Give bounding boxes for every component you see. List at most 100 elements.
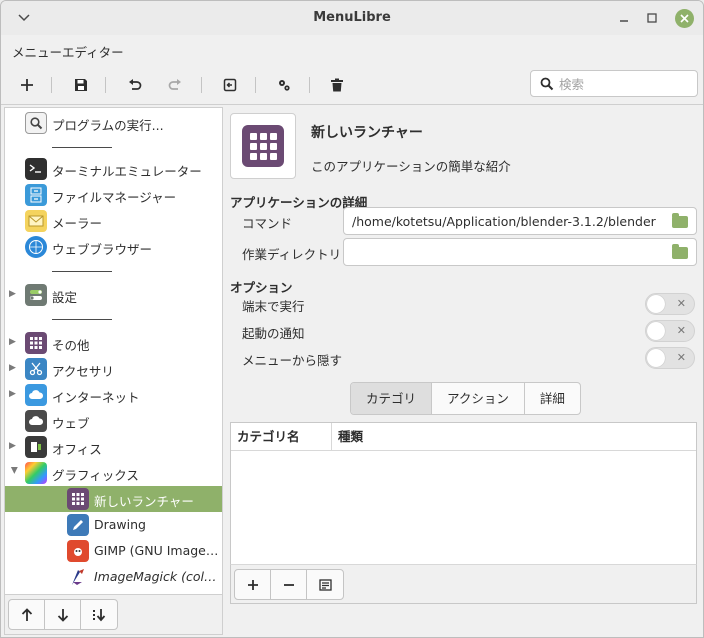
title-bar: MenuLibre (1, 1, 703, 35)
globe-icon (25, 236, 47, 258)
tree-item-label: 新しいランチャー (94, 494, 194, 509)
menu-bar: メニューエディター (1, 35, 703, 63)
toolbar-separator (105, 77, 106, 93)
tree-item-label: ファイルマネージャー (52, 190, 177, 205)
tree-item-label: ImageMagick (colo... (94, 569, 219, 584)
expander-right-icon[interactable]: ▶ (9, 336, 19, 348)
startup-notify-switch[interactable]: ✕ (645, 320, 695, 342)
cloud-icon (25, 384, 47, 406)
tree-item-gimp[interactable]: GIMP (GNU Image ... (5, 538, 222, 564)
toolbar-separator (255, 77, 256, 93)
hide-from-menus-switch[interactable]: ✕ (645, 347, 695, 369)
tree-item-web-browser[interactable]: ウェブブラウザー (5, 234, 222, 260)
toolbar-separator (309, 77, 310, 93)
tree-item-accessories[interactable]: ▶ アクセサリ (5, 356, 222, 382)
delete-trash-icon[interactable] (323, 71, 351, 99)
tree-item-label: 設定 (52, 290, 78, 305)
add-category-button[interactable] (235, 570, 271, 599)
editor-tabs: カテゴリ アクション 詳細 (350, 382, 581, 415)
search-icon (540, 77, 554, 94)
expander-down-icon[interactable]: ▶ (8, 467, 20, 477)
app-grid-icon (67, 488, 89, 510)
execute-gears-icon[interactable] (270, 71, 298, 99)
expander-right-icon[interactable]: ▶ (9, 440, 19, 452)
options-section-title: オプション (230, 280, 293, 295)
tree-item-new-launcher[interactable]: 新しいランチャー (5, 486, 222, 512)
remove-category-button[interactable] (271, 570, 307, 599)
launcher-name[interactable]: 新しいランチャー (311, 122, 423, 142)
command-field[interactable]: /home/kotetsu/Application/blender-3.1.2/… (343, 207, 697, 235)
switch-off-x-icon: ✕ (676, 297, 686, 310)
tree-item-terminal-emulator[interactable]: ターミナルエミュレーター (5, 156, 222, 182)
working-directory-field[interactable] (343, 238, 697, 266)
graphics-palette-icon (25, 462, 47, 484)
run-in-terminal-label: 端末で実行 (242, 299, 305, 314)
tree-item-office[interactable]: ▶ オフィス (5, 434, 222, 460)
sort-button[interactable] (81, 600, 117, 629)
tree-item-file-manager[interactable]: ファイルマネージャー (5, 182, 222, 208)
file-cabinet-icon (25, 184, 47, 206)
launcher-comment[interactable]: このアプリケーションの簡単な紹介 (311, 156, 511, 175)
minimize-icon[interactable] (615, 9, 633, 27)
undo-icon[interactable] (121, 71, 149, 99)
search-field[interactable] (530, 70, 698, 97)
hide-from-menus-label: メニューから隠す (242, 353, 343, 368)
expander-right-icon[interactable]: ▶ (9, 362, 19, 374)
mail-envelope-icon (25, 210, 47, 232)
window-title: MenuLibre (313, 10, 391, 25)
tab-actions[interactable]: アクション (432, 383, 525, 414)
tab-advanced[interactable]: 詳細 (525, 383, 580, 414)
tree-item-web[interactable]: ウェブ (5, 408, 222, 434)
redo-icon[interactable] (161, 71, 189, 99)
menu-tree[interactable]: プログラムの実行... ターミナルエミュレーター ファイルマネージャー メーラー (4, 107, 223, 595)
scissors-icon (25, 358, 47, 380)
add-icon[interactable] (13, 71, 41, 99)
tree-separator (52, 319, 112, 320)
tab-categories[interactable]: カテゴリ (351, 383, 433, 414)
tree-item-mailer[interactable]: メーラー (5, 208, 222, 234)
tree-item-settings[interactable]: ▶ 設定 (5, 282, 222, 308)
command-input[interactable]: /home/kotetsu/Application/blender-3.1.2/… (352, 214, 662, 229)
magnifier-icon (25, 112, 47, 134)
tree-item-label: ターミナルエミュレーター (52, 164, 202, 179)
tree-item-label: GIMP (GNU Image ... (94, 543, 219, 558)
expander-right-icon[interactable]: ▶ (9, 388, 19, 400)
imagemagick-wizard-icon (67, 566, 89, 588)
office-document-icon (25, 436, 47, 458)
close-icon[interactable] (675, 9, 694, 28)
tree-separator (52, 271, 112, 272)
column-header-category[interactable]: カテゴリ名 (231, 423, 332, 451)
column-header-type[interactable]: 種類 (332, 423, 696, 451)
tree-move-button-group (8, 599, 118, 630)
search-input[interactable] (559, 74, 691, 94)
clear-categories-button[interactable] (307, 570, 343, 599)
folder-icon[interactable] (672, 244, 688, 259)
tree-item-internet[interactable]: ▶ インターネット (5, 382, 222, 408)
tree-item-drawing[interactable]: Drawing (5, 512, 222, 538)
working-directory-label: 作業ディレクトリ (242, 247, 342, 262)
command-label: コマンド (242, 216, 293, 231)
startup-notify-label: 起動の通知 (242, 326, 305, 341)
menu-editor-menu[interactable]: メニューエディター (12, 42, 124, 61)
run-in-terminal-switch[interactable]: ✕ (645, 293, 695, 315)
move-down-button[interactable] (45, 600, 81, 629)
revert-icon[interactable] (216, 71, 244, 99)
tree-controls (4, 595, 223, 635)
tree-item-imagemagick[interactable]: ImageMagick (colo... (5, 564, 222, 590)
tree-item-label: Drawing (94, 517, 146, 532)
tree-item-label: オフィス (52, 442, 102, 457)
expander-right-icon[interactable]: ▶ (9, 288, 19, 300)
tree-item-label: プログラムの実行... (52, 118, 164, 133)
tree-item-label: その他 (52, 338, 90, 353)
tree-item-graphics[interactable]: ▶ グラフィックス (5, 460, 222, 486)
tree-item-label: ウェブブラウザー (52, 242, 153, 257)
app-grid-icon (242, 125, 284, 167)
move-up-button[interactable] (9, 600, 45, 629)
tree-item-label: アクセサリ (52, 364, 114, 379)
save-icon[interactable] (67, 71, 95, 99)
maximize-icon[interactable] (643, 9, 661, 27)
tree-item-run-program[interactable]: プログラムの実行... (5, 110, 222, 136)
folder-icon[interactable] (672, 213, 688, 228)
tree-item-other[interactable]: ▶ その他 (5, 330, 222, 356)
launcher-icon-button[interactable] (230, 113, 296, 179)
